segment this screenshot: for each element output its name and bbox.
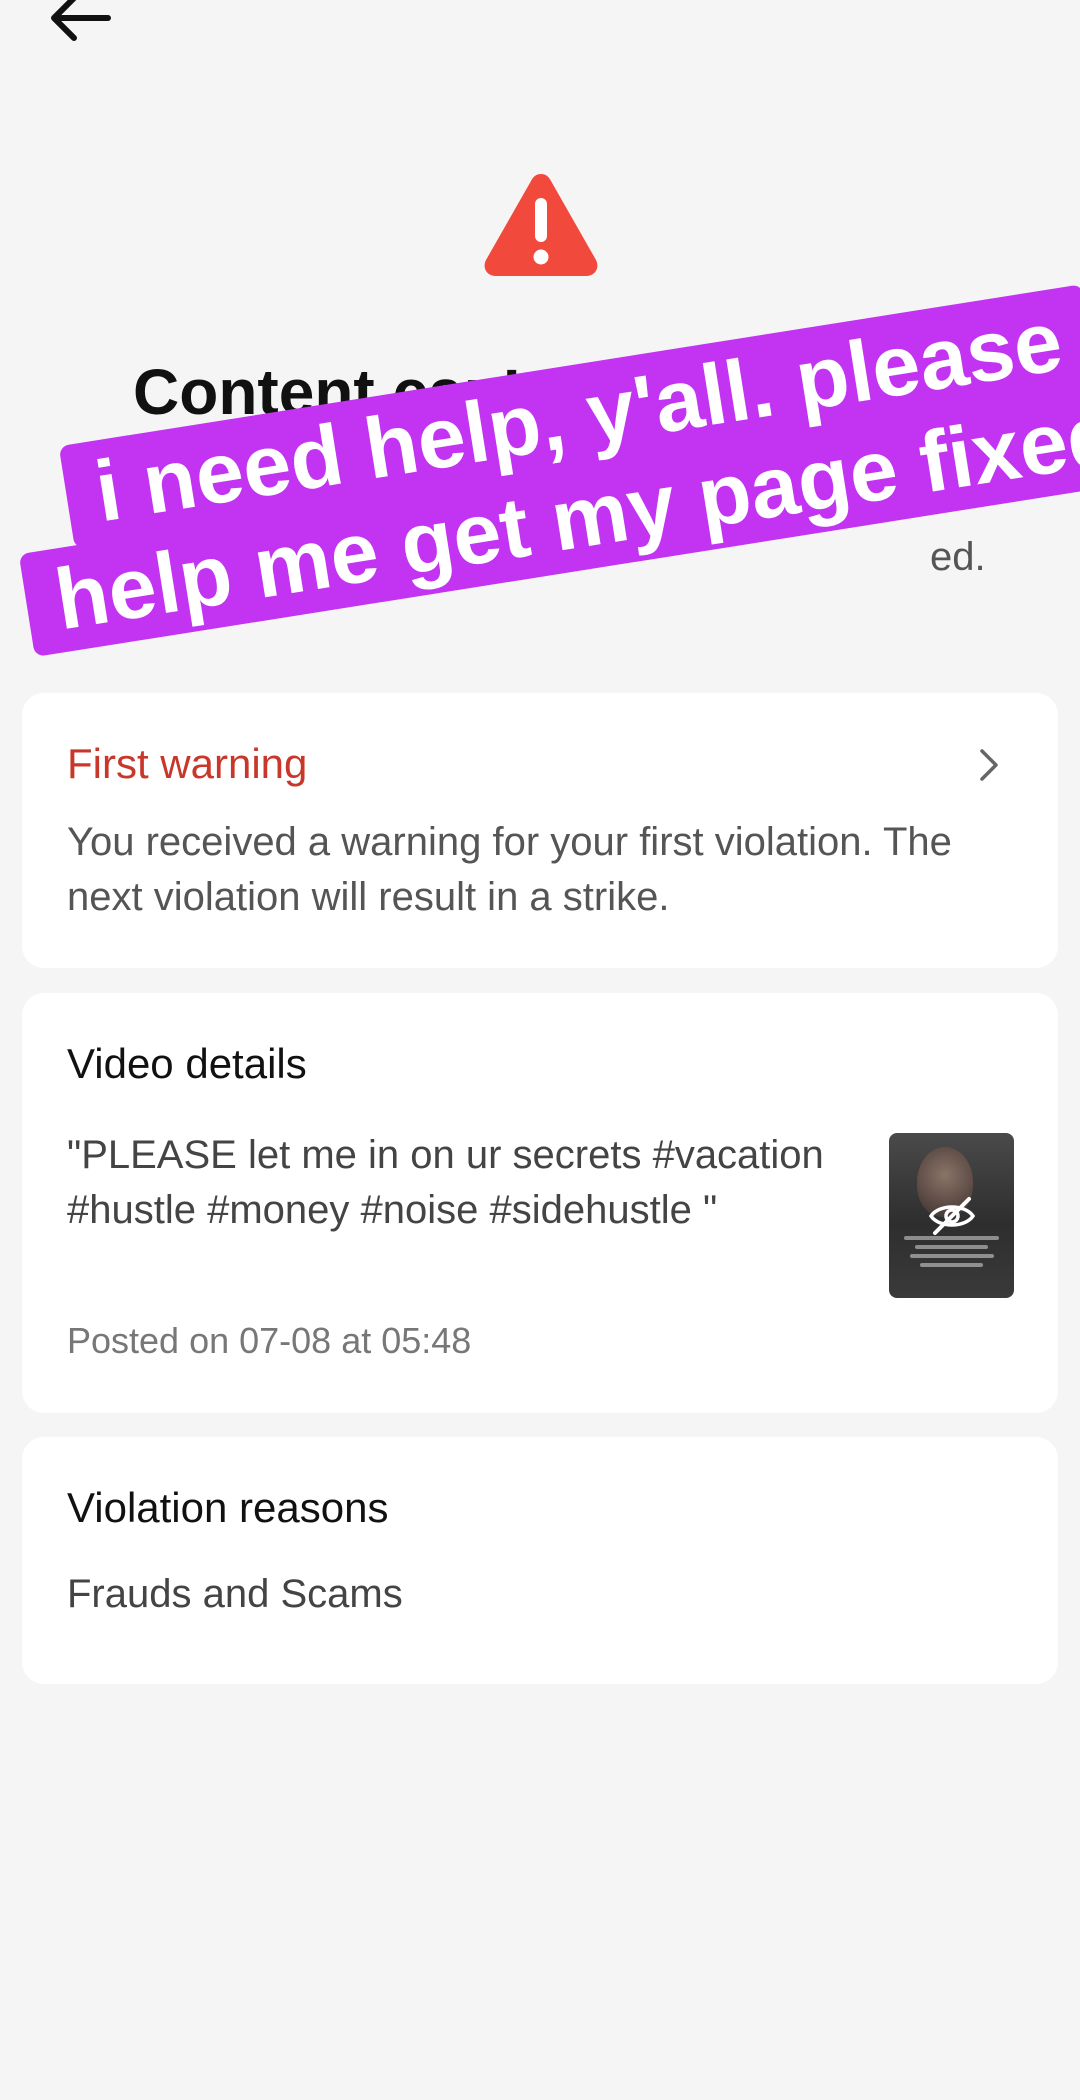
video-thumbnail[interactable] [889, 1133, 1014, 1298]
back-button[interactable] [40, 0, 120, 48]
video-posted-date: Posted on 07-08 at 05:48 [67, 1320, 472, 1361]
video-caption: "PLEASE let me in on ur secrets #vacatio… [67, 1133, 824, 1232]
warning-description: You received a warning for your first vi… [67, 820, 952, 919]
arrow-left-icon [51, 0, 111, 41]
violation-reason: Frauds and Scams [67, 1572, 403, 1616]
warning-card[interactable]: First warning You received a warning for… [22, 693, 1058, 968]
violation-reasons-card: Violation reasons Frauds and Scams [22, 1437, 1058, 1684]
warning-title: First warning [67, 740, 308, 787]
chevron-right-icon [980, 749, 998, 781]
video-details-card: Video details "PLEASE let me in on ur se… [22, 993, 1058, 1413]
warning-triangle-icon [484, 174, 598, 276]
content-violation-page: Content can’t b I ed. i need help, y'all… [0, 0, 1080, 2100]
violation-reasons-title: Violation reasons [67, 1484, 389, 1531]
page-subtitle-tail: ed. [930, 535, 986, 579]
eye-off-icon [928, 1197, 976, 1235]
video-details-title: Video details [67, 1040, 307, 1087]
